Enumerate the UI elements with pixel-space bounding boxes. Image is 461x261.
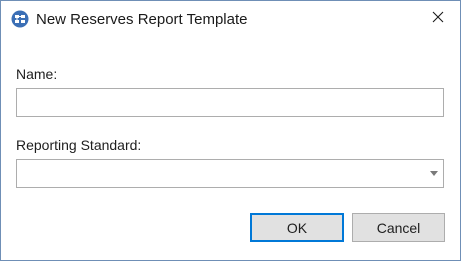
cancel-button[interactable]: Cancel: [352, 213, 445, 242]
reserves-report-icon: [11, 10, 29, 28]
reporting-standard-dropdown[interactable]: [16, 159, 444, 188]
ok-button[interactable]: OK: [250, 213, 344, 242]
close-icon: [432, 10, 444, 28]
window-title: New Reserves Report Template: [36, 11, 248, 28]
name-label: Name:: [16, 66, 58, 82]
title-bar[interactable]: New Reserves Report Template: [1, 1, 460, 37]
name-input[interactable]: [16, 88, 444, 117]
close-button[interactable]: [415, 1, 460, 37]
chevron-down-icon[interactable]: [430, 171, 438, 176]
dialog-window: New Reserves Report Template Name: Repor…: [0, 0, 461, 261]
reporting-standard-label: Reporting Standard:: [16, 137, 142, 153]
